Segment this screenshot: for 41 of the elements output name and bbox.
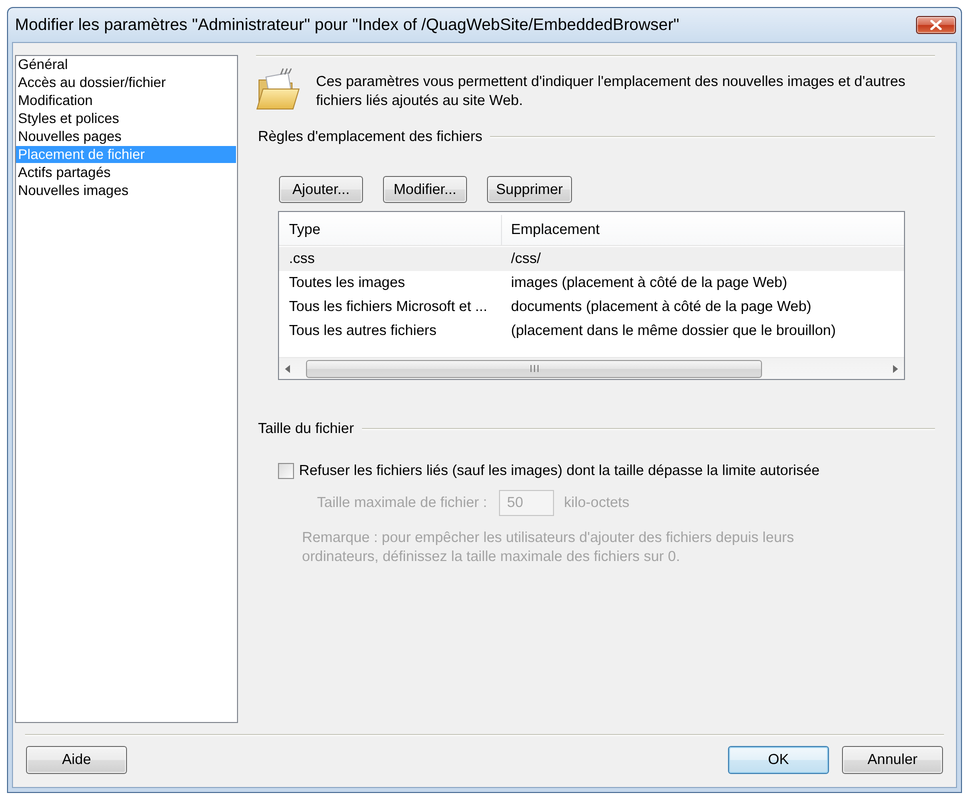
table-cell-text: documents (placement à côté de la page Web)	[510, 299, 812, 315]
sidebar-item[interactable]: Général	[16, 56, 236, 73]
sidebar-item[interactable]: Nouvelles pages	[16, 128, 236, 145]
dialog-button[interactable]: OK	[728, 746, 829, 774]
field-label: Taille maximale de fichier :	[317, 495, 488, 511]
column-header[interactable]: Type	[279, 215, 502, 245]
grip-icon	[530, 365, 538, 372]
table-row[interactable]: .css /css/	[279, 247, 904, 271]
rule-button[interactable]: Ajouter...	[279, 176, 363, 203]
table-cell-text: /css/	[510, 251, 542, 267]
dialog-button[interactable]: Annuler	[842, 746, 943, 774]
sidebar-item[interactable]: Accès au dossier/fichier	[16, 74, 236, 91]
sidebar-item[interactable]: Nouvelles images	[16, 182, 236, 199]
table-cell-text: (placement dans le même dossier que le brouillon)	[510, 323, 837, 339]
table-cell-text: .css	[288, 251, 316, 267]
checkbox[interactable]	[278, 463, 294, 479]
description-text: Ces paramètres vous permettent d'indiquer l'emplacement des nouvelles images et d'autres fichiers liés ajoutés au site Web.	[316, 73, 906, 111]
note-text: Remarque : pour empêcher les utilisateurs d'ajouter des fichiers depuis leurs ordinateurs, définissez la taille maximale des fichiers sur 0.	[301, 529, 795, 567]
scroll-thumb[interactable]	[306, 360, 762, 378]
unit-label: kilo-octets	[564, 495, 630, 511]
right-arrow-icon[interactable]	[893, 364, 898, 372]
table-cell-text: Tous les autres fichiers	[288, 323, 438, 339]
column-header[interactable]: Emplacement	[502, 215, 904, 245]
left-arrow-icon[interactable]	[285, 364, 290, 372]
help-button[interactable]: Aide	[26, 746, 127, 774]
table-cell-text: Tous les fichiers Microsoft et ...	[288, 299, 488, 315]
section-heading: Taille du fichier	[257, 420, 354, 438]
sidebar-item[interactable]: Modification	[16, 92, 236, 109]
sidebar-item[interactable]: Styles et polices	[16, 110, 236, 127]
section-heading: Règles d'emplacement des fichiers	[257, 128, 482, 146]
close-button[interactable]	[916, 16, 956, 34]
close-icon	[930, 20, 942, 30]
table-cell-text: Toutes les images	[288, 275, 406, 291]
window-title: Modifier les paramètres "Administrateur" pour "Index of /QuagWebSite/EmbeddedBrowser"	[14, 16, 680, 34]
table-cell-text: images (placement à côté de la page Web)	[510, 275, 788, 291]
checkbox-label: Refuser les fichiers liés (sauf les images) dont la taille dépasse la limite autorisée	[299, 463, 820, 479]
rule-button[interactable]: Supprimer	[487, 176, 572, 203]
horizontal-scrollbar[interactable]	[279, 357, 904, 379]
folder-icon	[256, 68, 300, 110]
sidebar-item[interactable]: Actifs partagés	[16, 164, 236, 181]
rule-button[interactable]: Modifier...	[383, 176, 467, 203]
